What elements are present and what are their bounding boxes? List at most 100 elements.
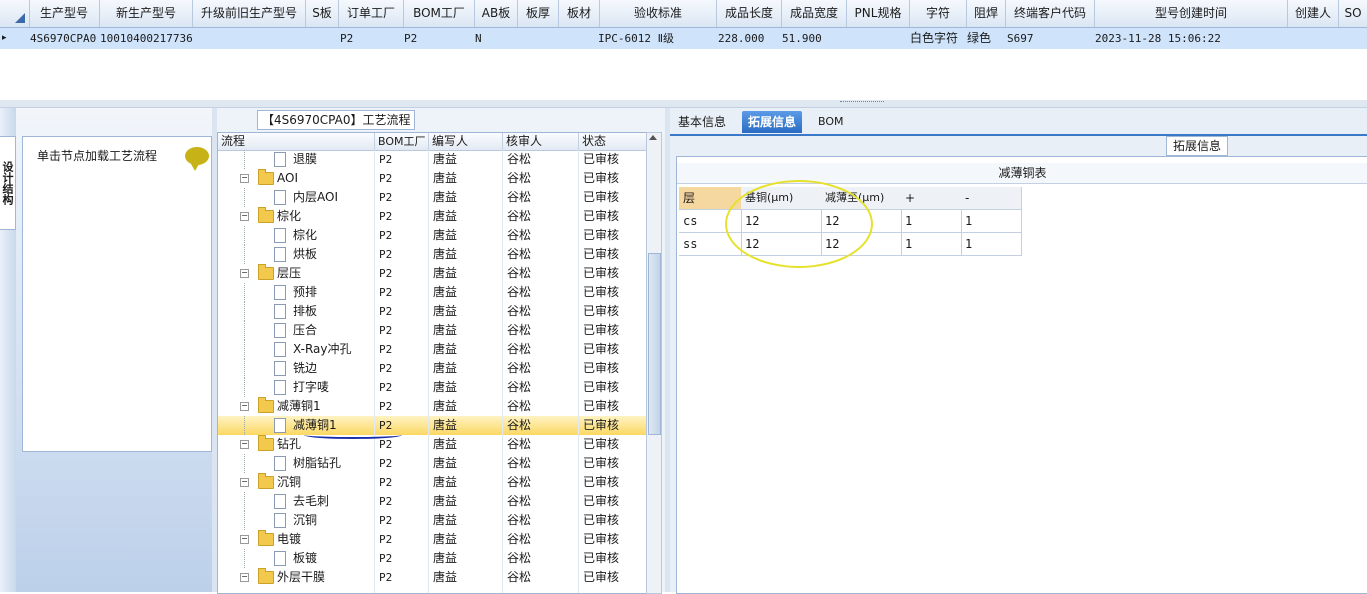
col-so[interactable]: SO bbox=[1339, 0, 1367, 27]
process-tree-row[interactable]: 退膜 P2 唐益 谷松 已审核 bbox=[218, 150, 646, 169]
model-grid-row[interactable]: ▸ 4S6970CPA0 10010400217736 P2 P2 N IPC-… bbox=[0, 28, 1367, 49]
th-status[interactable]: 状态 bbox=[579, 133, 646, 150]
col-standard[interactable]: 验收标准 bbox=[600, 0, 717, 27]
cell-so[interactable] bbox=[1340, 28, 1366, 49]
cell-order-factory[interactable] bbox=[372, 28, 402, 49]
process-tree-row[interactable]: − AOI P2 唐益 谷松 已审核 bbox=[218, 169, 646, 188]
process-tree-row[interactable]: − 钻孔 P2 唐益 谷松 已审核 bbox=[218, 435, 646, 454]
process-tree-row[interactable]: 棕化 P2 唐益 谷松 已审核 bbox=[218, 226, 646, 245]
collapse-toggle-icon[interactable]: − bbox=[240, 269, 249, 278]
cell-ab-board[interactable]: N bbox=[475, 28, 515, 49]
collapse-toggle-icon[interactable]: − bbox=[240, 440, 249, 449]
process-tree-row[interactable]: 内层AOI P2 唐益 谷松 已审核 bbox=[218, 188, 646, 207]
tab-design-structure[interactable]: 设计结构 bbox=[0, 136, 16, 230]
cell-length[interactable]: 228.000 bbox=[718, 28, 780, 49]
process-tree-row[interactable]: 减薄铜1 P2 唐益 谷松 已审核 bbox=[218, 416, 646, 435]
cell-material[interactable] bbox=[559, 28, 597, 49]
collapse-toggle-icon[interactable]: − bbox=[240, 478, 249, 487]
cell-customer[interactable]: S697 bbox=[1007, 28, 1093, 49]
cell-old-model[interactable] bbox=[194, 28, 304, 49]
process-tree-scrollbar[interactable] bbox=[646, 132, 662, 594]
tab-basic-info[interactable]: 基本信息 bbox=[672, 111, 732, 133]
page-icon bbox=[274, 190, 286, 205]
cell-reviewer: 谷松 bbox=[507, 570, 532, 584]
scroll-up-icon[interactable] bbox=[649, 135, 657, 140]
process-tree-row[interactable]: 树脂钻孔 P2 唐益 谷松 已审核 bbox=[218, 454, 646, 473]
process-tree-row[interactable]: 去毛刺 P2 唐益 谷松 已审核 bbox=[218, 492, 646, 511]
col-customer[interactable]: 终端客户代码 bbox=[1006, 0, 1095, 27]
process-tree-row[interactable]: 打字唛 P2 唐益 谷松 已审核 bbox=[218, 378, 646, 397]
cell-standard[interactable]: IPC-6012 Ⅱ级 bbox=[598, 28, 714, 49]
col-order-factory[interactable]: 订单工厂 bbox=[339, 0, 404, 27]
cell-created[interactable]: 2023-11-28 15:06:22 bbox=[1095, 28, 1285, 49]
collapse-toggle-icon[interactable]: − bbox=[240, 402, 249, 411]
cell-reviewer: 谷松 bbox=[507, 171, 532, 185]
th-minus[interactable]: - bbox=[961, 187, 1022, 210]
process-tree-row[interactable]: 排板 P2 唐益 谷松 已审核 bbox=[218, 302, 646, 321]
process-tree-row[interactable]: X-Ray冲孔 P2 唐益 谷松 已审核 bbox=[218, 340, 646, 359]
process-tree-row[interactable]: − 棕化 P2 唐益 谷松 已审核 bbox=[218, 207, 646, 226]
cell-thickness[interactable] bbox=[518, 28, 558, 49]
process-tree-row[interactable]: − 电镀 P2 唐益 谷松 已审核 bbox=[218, 530, 646, 549]
col-bom-factory[interactable]: BOM工厂 bbox=[404, 0, 475, 27]
cell-char[interactable]: 白色字符 bbox=[910, 28, 966, 49]
process-tree-row[interactable]: 铣边 P2 唐益 谷松 已审核 bbox=[218, 359, 646, 378]
th-reviewer[interactable]: 核审人 bbox=[503, 133, 579, 150]
col-width[interactable]: 成品宽度 bbox=[782, 0, 847, 27]
col-created[interactable]: 型号创建时间 bbox=[1095, 0, 1288, 27]
cell-minus[interactable]: 1 bbox=[961, 210, 1022, 233]
cell-new-model[interactable]: 10010400217736 bbox=[100, 28, 192, 49]
col-char[interactable]: 字符 bbox=[910, 0, 967, 27]
process-tree-row[interactable]: 压合 P2 唐益 谷松 已审核 bbox=[218, 321, 646, 340]
process-tree-row[interactable]: − 沉铜 P2 唐益 谷松 已审核 bbox=[218, 473, 646, 492]
grid-corner[interactable] bbox=[0, 0, 30, 27]
tab-extended-info[interactable]: 拓展信息 bbox=[742, 111, 803, 133]
horizontal-splitter[interactable] bbox=[0, 100, 1367, 108]
structure-tree-box[interactable]: 单击节点加载工艺流程 bbox=[22, 136, 212, 452]
process-tree-row[interactable]: 板镀 P2 唐益 谷松 已审核 bbox=[218, 549, 646, 568]
collapse-toggle-icon[interactable]: − bbox=[240, 212, 249, 221]
cell-writer: 唐益 bbox=[433, 475, 458, 489]
th-plus[interactable]: + bbox=[901, 187, 962, 210]
scroll-thumb[interactable] bbox=[648, 253, 661, 435]
cell-s-board[interactable]: P2 bbox=[340, 28, 372, 49]
cell-pnl[interactable] bbox=[847, 28, 907, 49]
process-tree-row[interactable]: 烘板 P2 唐益 谷松 已审核 bbox=[218, 245, 646, 264]
cell-creator[interactable] bbox=[1289, 28, 1337, 49]
process-tree-row[interactable]: 沉铜 P2 唐益 谷松 已审核 bbox=[218, 511, 646, 530]
process-tree-row[interactable]: − 外层干膜 P2 唐益 谷松 已审核 bbox=[218, 568, 646, 587]
process-tree-row[interactable]: 预排 P2 唐益 谷松 已审核 bbox=[218, 283, 646, 302]
tab-bom[interactable]: BOM bbox=[812, 111, 850, 133]
cell-mask[interactable]: 绿色 bbox=[967, 28, 1005, 49]
col-mask[interactable]: 阻焊 bbox=[967, 0, 1006, 27]
col-prod-model[interactable]: 生产型号 bbox=[29, 0, 100, 27]
th-flow[interactable]: 流程 bbox=[218, 133, 375, 150]
cell-prod-model[interactable]: 4S6970CPA0 bbox=[30, 28, 100, 49]
process-tree-row[interactable]: − 层压 P2 唐益 谷松 已审核 bbox=[218, 264, 646, 283]
col-s-board[interactable]: S板 bbox=[306, 0, 339, 27]
th-bom-factory[interactable]: BOM工厂 bbox=[375, 133, 429, 150]
process-flow-tree[interactable]: 流程 BOM工厂 编写人 核审人 状态 退膜 P2 唐益 谷松 已审核 − AOI P2 唐益谷… bbox=[217, 132, 647, 594]
cell-plus[interactable]: 1 bbox=[901, 233, 962, 256]
col-thickness[interactable]: 板厚 bbox=[518, 0, 559, 27]
col-length[interactable]: 成品长度 bbox=[717, 0, 782, 27]
collapse-toggle-icon[interactable]: − bbox=[240, 535, 249, 544]
collapse-toggle-icon[interactable]: − bbox=[240, 174, 249, 183]
process-tree-row[interactable]: − 减薄铜1 P2 唐益 谷松 已审核 bbox=[218, 397, 646, 416]
col-creator[interactable]: 创建人 bbox=[1288, 0, 1339, 27]
col-ab-board[interactable]: AB板 bbox=[475, 0, 518, 27]
col-old-model[interactable]: 升级前旧生产型号 bbox=[193, 0, 306, 27]
col-new-model[interactable]: 新生产型号 bbox=[100, 0, 193, 27]
th-writer[interactable]: 编写人 bbox=[429, 133, 503, 150]
process-step-name: 内层AOI bbox=[293, 190, 338, 204]
left-vertical-tabstrip: 设计结构 bbox=[0, 108, 17, 592]
cell-status: 已审核 bbox=[583, 247, 620, 261]
cell-plus[interactable]: 1 bbox=[901, 210, 962, 233]
cell-width[interactable]: 51.900 bbox=[782, 28, 844, 49]
col-material[interactable]: 板材 bbox=[559, 0, 600, 27]
col-pnl[interactable]: PNL规格 bbox=[847, 0, 910, 27]
cell-minus[interactable]: 1 bbox=[961, 233, 1022, 256]
collapse-toggle-icon[interactable]: − bbox=[240, 573, 249, 582]
cell-bom-factory[interactable]: P2 bbox=[404, 28, 470, 49]
cell-reviewer: 谷松 bbox=[507, 228, 532, 242]
